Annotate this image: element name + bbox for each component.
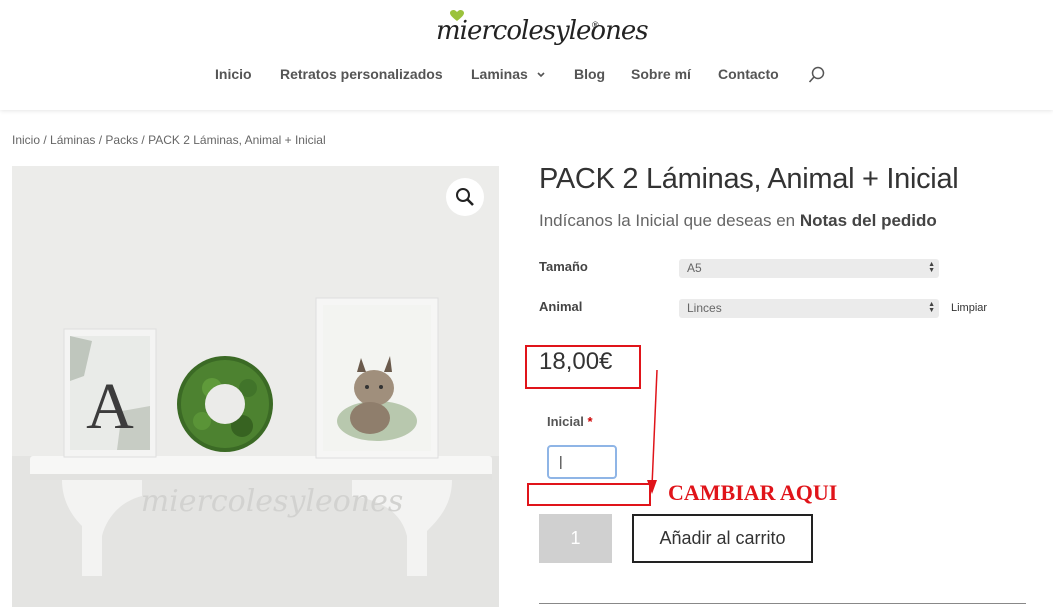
initial-label-text: Inicial <box>547 414 584 429</box>
animal-select[interactable]: Linces ▲ ▼ <box>679 299 939 318</box>
breadcrumb: Inicio / Láminas / Packs / PACK 2 Lámina… <box>12 133 326 147</box>
breadcrumb-separator: / <box>95 133 106 147</box>
variation-label-animal: Animal <box>539 299 583 314</box>
select-arrows-icon: ▲ ▼ <box>928 261 935 274</box>
product-photo: A miercolesyleones <box>12 166 499 607</box>
size-select-value: A5 <box>687 261 702 275</box>
site-logo[interactable]: miercolesyleones ® <box>428 8 649 52</box>
initial-label: Inicial * <box>547 414 593 429</box>
product-subtitle: Indícanos la Inicial que deseas en Notas… <box>539 211 937 231</box>
breadcrumb-laminas[interactable]: Láminas <box>50 133 95 147</box>
frame-letter: A <box>86 370 134 443</box>
breadcrumb-inicio[interactable]: Inicio <box>12 133 40 147</box>
site-header: miercolesyleones ® Inicio Retratos perso… <box>0 0 1053 110</box>
add-to-cart-button[interactable]: Añadir al carrito <box>632 514 813 563</box>
size-select[interactable]: A5 ▲ ▼ <box>679 259 939 278</box>
select-arrows-icon: ▲ ▼ <box>928 301 935 314</box>
logo-text: miercolesyleones <box>436 16 649 46</box>
product-title: PACK 2 Láminas, Animal + Inicial <box>539 163 959 195</box>
nav-item-laminas[interactable]: Laminas <box>471 66 528 82</box>
breadcrumb-packs[interactable]: Packs <box>105 133 138 147</box>
annotation-arrow-icon <box>647 369 658 494</box>
annotation-box-price <box>525 345 641 389</box>
nav-item-contacto[interactable]: Contacto <box>718 66 779 82</box>
quantity-input[interactable]: 1 <box>539 514 612 563</box>
breadcrumb-separator: / <box>138 133 149 147</box>
annotation-text: CAMBIAR AQUI <box>668 480 838 505</box>
variation-label-tamano: Tamaño <box>539 259 588 274</box>
nav-item-sobre-mi[interactable]: Sobre mí <box>631 66 691 82</box>
product-image[interactable]: A miercolesyleones <box>12 166 499 607</box>
search-icon[interactable] <box>808 66 826 84</box>
main-nav: Inicio Retratos personalizados Laminas B… <box>0 66 1053 86</box>
zoom-button[interactable] <box>446 178 484 216</box>
breadcrumb-current: PACK 2 Láminas, Animal + Inicial <box>148 133 326 147</box>
clear-link[interactable]: Limpiar <box>951 302 987 314</box>
watermark: miercolesyleones <box>141 484 404 519</box>
initial-input[interactable]: | <box>547 445 617 479</box>
chevron-down-icon[interactable] <box>536 70 546 80</box>
required-mark: * <box>587 414 593 429</box>
annotation-box-target <box>527 483 651 506</box>
nav-item-inicio[interactable]: Inicio <box>215 66 252 82</box>
nav-item-blog[interactable]: Blog <box>574 66 605 82</box>
divider <box>539 603 1026 604</box>
nav-item-retratos[interactable]: Retratos personalizados <box>280 66 443 82</box>
breadcrumb-separator: / <box>40 133 51 147</box>
magnifier-icon <box>456 188 474 206</box>
subtitle-text: Indícanos la Inicial que deseas en <box>539 211 800 230</box>
subtitle-bold: Notas del pedido <box>799 211 937 230</box>
animal-select-value: Linces <box>687 301 722 315</box>
logo-registered-mark: ® <box>592 20 599 30</box>
